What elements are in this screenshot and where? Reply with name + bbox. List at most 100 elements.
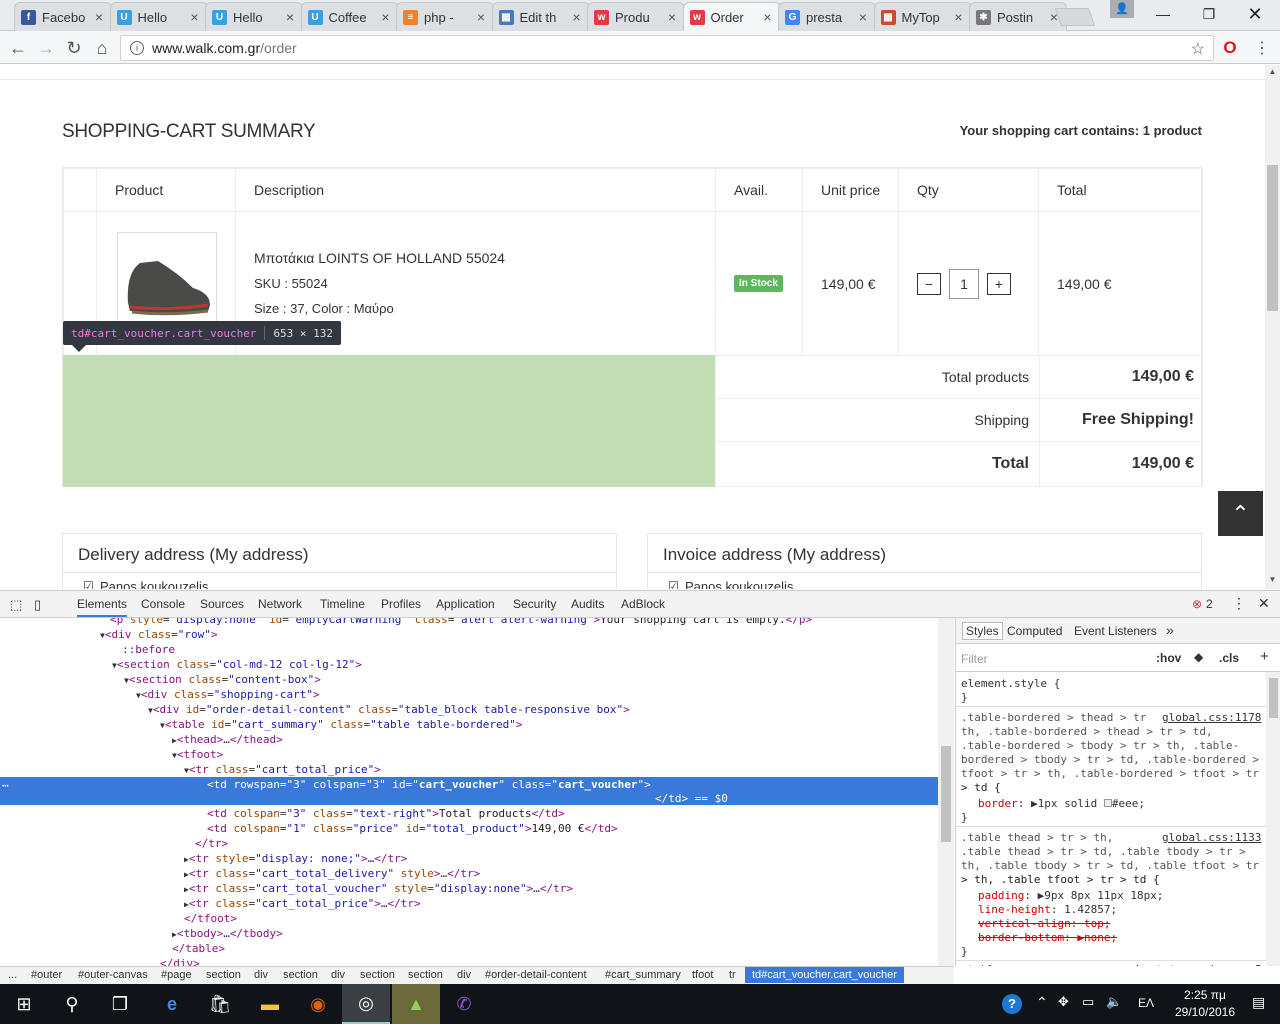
home-icon[interactable]: ⌂ [90,36,114,60]
browser-tab[interactable]: ▦ Edit th × [491,2,590,31]
tab-close-icon[interactable]: × [189,9,201,25]
invoice-checkbox[interactable]: ☑ [668,579,679,589]
tab-close-icon[interactable]: × [762,9,774,25]
product-name-link[interactable]: Μποτάκια LOINTS OF HOLLAND 55024 [254,250,715,266]
device-toolbar-icon[interactable]: ▯ [34,597,41,613]
hover-state-toggle[interactable]: :hov [1156,651,1181,665]
devtools-tab-timeline[interactable]: Timeline [320,597,365,611]
devtools-tab-console[interactable]: Console [141,597,185,611]
qty-decrease-button[interactable]: − [917,272,941,295]
tab-close-icon[interactable]: × [953,9,965,25]
browser-tab[interactable]: ≡ php - × [396,2,494,31]
styles-tab[interactable]: Styles [962,622,1003,640]
close-devtools-icon[interactable]: ✕ [1258,595,1270,612]
tray-chevron-icon[interactable]: ⌃ [1036,994,1048,1011]
forward-icon[interactable]: → [34,36,58,60]
event-listeners-tab[interactable]: Event Listeners [1074,624,1157,638]
breadcrumb-item[interactable]: section [360,969,395,981]
devtools-tab-network[interactable]: Network [258,597,302,611]
devtools-tab-application[interactable]: Application [436,597,495,611]
elements-scrollbar[interactable] [938,618,954,966]
devtools-tab-elements[interactable]: Elements [77,597,128,617]
language-indicator[interactable]: ΕΛ [1138,996,1154,1010]
tab-close-icon[interactable]: × [284,9,296,25]
breadcrumb-item[interactable]: #outer [31,969,62,981]
devtools-tab-security[interactable]: Security [513,597,556,611]
computed-tab[interactable]: Computed [1007,624,1062,638]
qty-input[interactable]: 1 [949,268,979,299]
store-icon[interactable]: 🛍 [196,984,244,1024]
network-icon[interactable]: ▭ [1082,994,1094,1010]
breadcrumb-item[interactable]: div [457,969,471,981]
help-icon[interactable]: ? [1002,994,1022,1014]
browser-tab[interactable]: U Coffee × [300,2,399,31]
dropbox-icon[interactable]: ✥ [1058,994,1069,1010]
devtools-tab-profiles[interactable]: Profiles [381,597,421,611]
devtools-tab-adblock[interactable]: AdBlock [621,597,665,611]
breadcrumb-item[interactable]: ... [8,969,17,981]
breadcrumb-item[interactable]: div [331,969,345,981]
paint-icon[interactable]: ◆ [1194,650,1203,664]
delivery-checkbox[interactable]: ☑ [83,579,94,589]
browser-tab[interactable]: ✱ Postin × [969,2,1067,31]
file-explorer-icon[interactable]: ▬ [246,984,294,1024]
menu-icon[interactable]: ⋮ [1250,36,1274,60]
styles-filter-input[interactable]: Filter [961,652,988,666]
browser-tab[interactable]: f Facebo × [14,2,112,31]
edge-icon[interactable]: e [148,984,196,1024]
tab-close-icon[interactable]: × [666,9,678,25]
url-bar[interactable]: i www.walk.com.gr/order ☆ [120,35,1214,61]
product-image[interactable] [117,232,217,324]
info-icon[interactable]: i [130,41,144,55]
breadcrumb-item[interactable]: tr [729,969,736,981]
opera-icon[interactable]: O [1218,36,1242,60]
task-view-icon[interactable]: ❐ [96,984,144,1024]
maximize-button[interactable]: ❐ [1186,0,1232,28]
clock-date[interactable]: 29/10/2016 [1170,1005,1240,1019]
windows-start-icon[interactable]: ⊞ [0,984,48,1024]
browser-tab[interactable]: w Order × [682,2,781,31]
tab-close-icon[interactable]: × [571,9,583,25]
back-icon[interactable]: ← [6,36,30,60]
breadcrumb-item[interactable]: #page [161,969,192,981]
profile-icon[interactable]: 👤 [1110,0,1134,18]
add-rule-icon[interactable]: + [1260,648,1269,665]
tab-close-icon[interactable]: × [475,9,487,25]
breadcrumb-item[interactable]: section [206,969,241,981]
devtools-menu-icon[interactable]: ⋮ [1232,595,1246,612]
class-toggle[interactable]: .cls [1219,651,1239,665]
chrome-icon[interactable]: ◎ [342,984,390,1024]
close-window-button[interactable]: ✕ [1232,0,1278,28]
browser-tab[interactable]: U Hello × [205,2,303,31]
breadcrumb-item[interactable]: #outer-canvas [78,969,148,981]
browser-tab[interactable]: w Produ × [587,2,685,31]
breadcrumb-item[interactable]: #cart_summary [605,969,681,981]
viber-icon[interactable]: ✆ [440,984,488,1024]
clock-time[interactable]: 2:25 πμ [1176,988,1234,1002]
page-scrollbar[interactable]: ▲ ▼ [1265,65,1280,589]
devtools-tab-audits[interactable]: Audits [571,597,604,611]
devtools-tab-sources[interactable]: Sources [200,597,244,611]
qty-increase-button[interactable]: + [987,272,1011,295]
notifications-icon[interactable]: ▤ [1252,994,1265,1011]
breadcrumb-item[interactable]: div [254,969,268,981]
reload-icon[interactable]: ↻ [62,36,86,60]
browser-tab[interactable]: ▦ MyTop × [873,2,972,31]
inspect-element-icon[interactable]: ⬚ [10,597,22,613]
browser-tab[interactable]: U Hello × [109,2,208,31]
breadcrumb-item[interactable]: tfoot [692,969,713,981]
breadcrumb-item[interactable]: section [408,969,443,981]
android-studio-icon[interactable]: ▲ [392,984,440,1024]
minimize-button[interactable]: — [1140,0,1186,28]
browser-tab[interactable]: Gpresta × [778,2,876,31]
scroll-to-top-button[interactable]: ⌃ [1218,491,1263,536]
bookmark-star-icon[interactable]: ☆ [1191,39,1205,59]
elements-tree[interactable]: <p style="display:none" id="emptyCartWar… [0,618,954,966]
breadcrumb-item[interactable]: section [283,969,318,981]
tab-close-icon[interactable]: × [857,9,869,25]
new-tab-button[interactable] [1054,8,1096,26]
breadcrumb-item[interactable]: td#cart_voucher.cart_voucher [745,967,904,983]
breadcrumb-item[interactable]: #order-detail-content [485,969,587,981]
tab-close-icon[interactable]: × [380,9,392,25]
search-icon[interactable]: ⚲ [48,984,96,1024]
